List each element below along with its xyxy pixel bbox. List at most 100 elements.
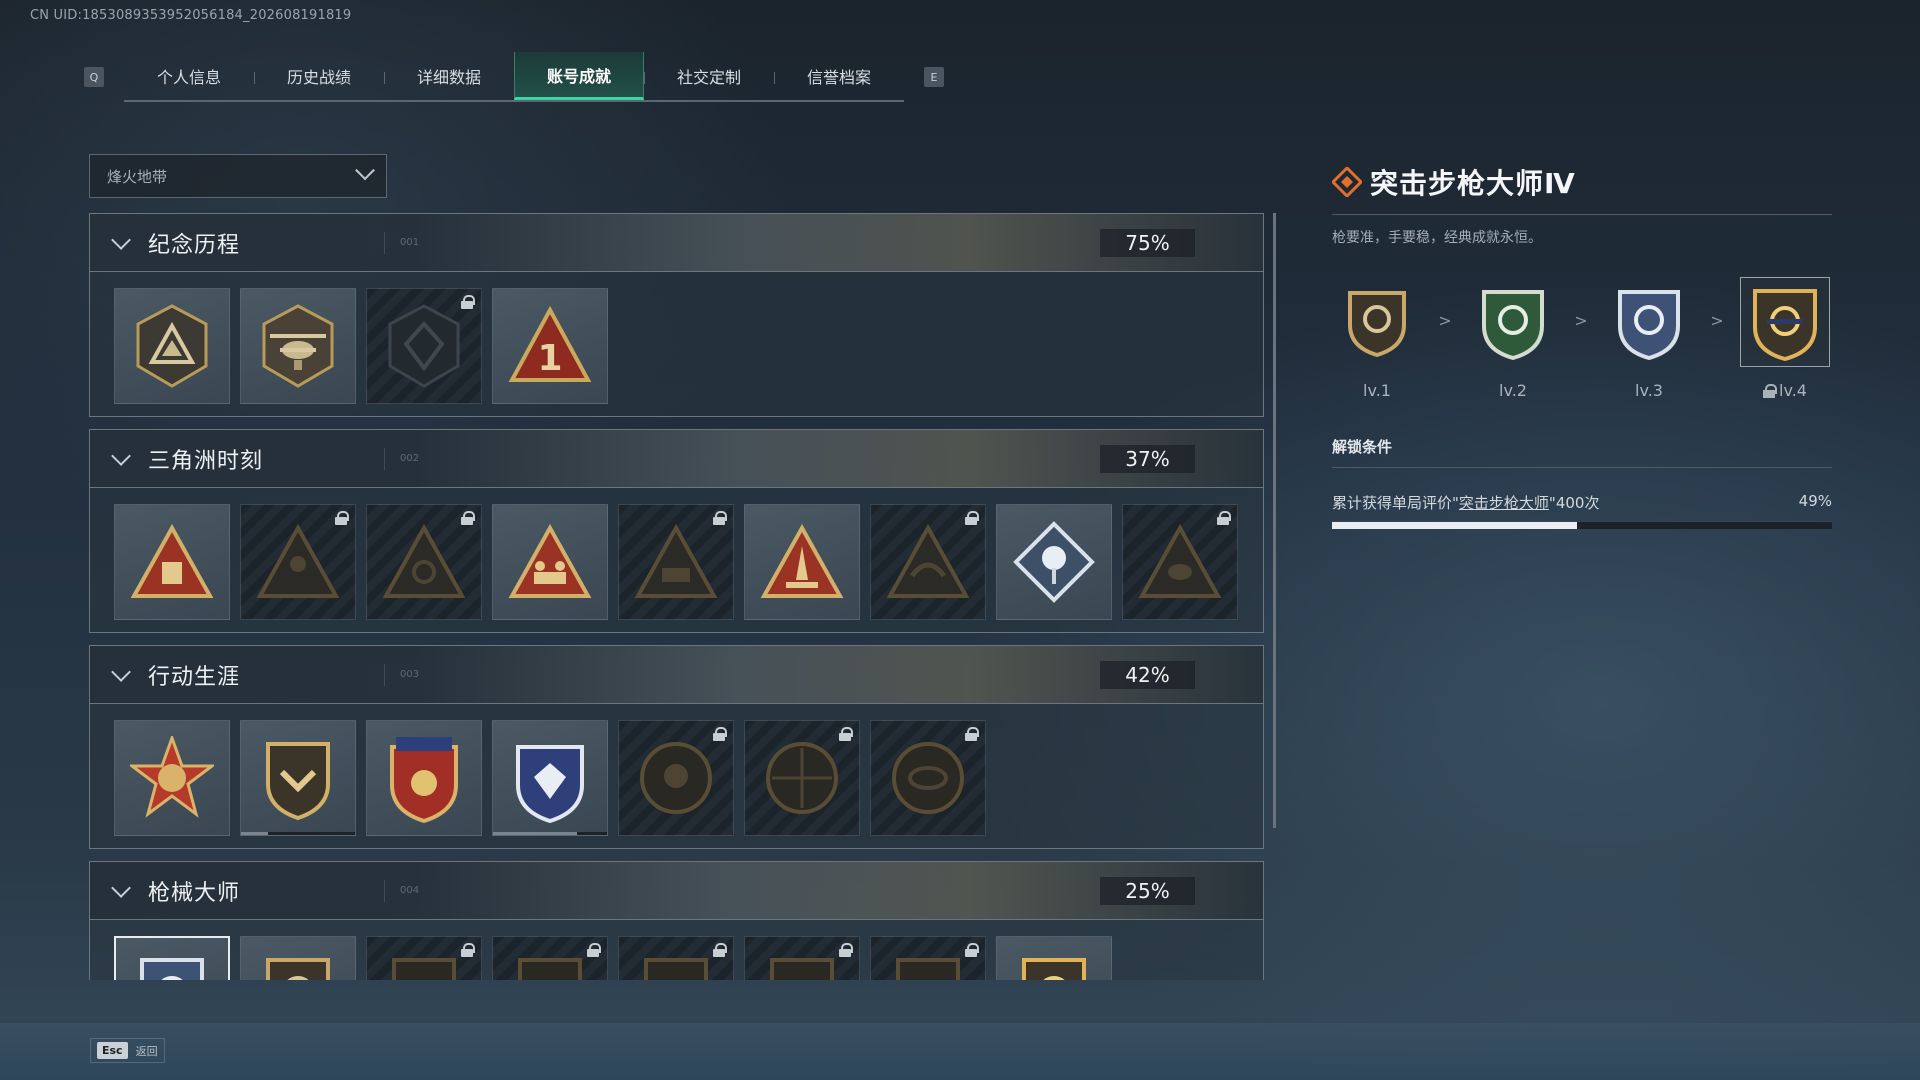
- tab-achievements[interactable]: 账号成就: [514, 52, 644, 100]
- section-title: 枪械大师: [148, 880, 241, 906]
- collapse-chevron-icon[interactable]: [111, 877, 131, 898]
- achievement-badge-locked[interactable]: [744, 936, 860, 980]
- lock-icon: [1763, 383, 1778, 398]
- section-delta-moments: 三角洲时刻 002 37%: [89, 429, 1264, 633]
- tab-social[interactable]: 社交定制: [644, 52, 774, 100]
- divider: [384, 664, 385, 686]
- level-label-locked: lv.4: [1763, 381, 1807, 400]
- section-number: 002: [400, 453, 420, 464]
- level-track: lv.1 > lv.2 > lv.3 > lv.4: [1332, 277, 1832, 400]
- green-level-badge-icon: [1482, 290, 1544, 360]
- list-scrollbar[interactable]: [1273, 213, 1276, 828]
- section-title: 行动生涯: [148, 664, 241, 690]
- lock-icon: [461, 511, 475, 525]
- progress-fill: [1332, 522, 1577, 529]
- achievement-badge[interactable]: [240, 720, 356, 836]
- gold-level-badge-icon: [1753, 289, 1817, 361]
- level-label: lv.2: [1499, 381, 1527, 400]
- collapse-chevron-icon[interactable]: [111, 661, 131, 682]
- divider: [384, 448, 385, 470]
- achievement-badge-locked[interactable]: [366, 504, 482, 620]
- achievement-badge-selected[interactable]: [114, 936, 230, 980]
- level-arrow: >: [1710, 311, 1724, 330]
- achievement-badge-locked[interactable]: [870, 504, 986, 620]
- triangle-soldier-badge-icon: [256, 524, 340, 598]
- achievement-title: 突击步枪大师Ⅳ: [1370, 167, 1576, 200]
- condition-link[interactable]: 突击步枪大师: [1459, 494, 1549, 512]
- locked-rifle-badge-icon: [392, 958, 456, 980]
- divider: [384, 880, 385, 902]
- achievement-badge-locked[interactable]: [492, 936, 608, 980]
- tab-personal-info[interactable]: 个人信息: [124, 52, 254, 100]
- gold-rifle-badge-icon: [1022, 958, 1086, 980]
- section-title: 纪念历程: [148, 232, 241, 258]
- achievement-badge[interactable]: 1: [492, 288, 608, 404]
- achievement-badge[interactable]: [240, 936, 356, 980]
- achievement-badge-locked[interactable]: [366, 288, 482, 404]
- section-header[interactable]: 枪械大师 004 25%: [90, 862, 1263, 920]
- section-number: 003: [400, 669, 420, 680]
- achievement-badge[interactable]: [492, 720, 608, 836]
- collapse-chevron-icon[interactable]: [111, 445, 131, 466]
- lock-icon: [587, 943, 601, 957]
- achievement-badge-locked[interactable]: [1122, 504, 1238, 620]
- lock-icon: [965, 943, 979, 957]
- prev-tab-key[interactable]: Q: [84, 67, 104, 87]
- achievement-badge[interactable]: [114, 720, 230, 836]
- level-4[interactable]: lv.4: [1740, 277, 1830, 400]
- level-3[interactable]: lv.3: [1604, 277, 1694, 400]
- achievement-badge[interactable]: [366, 720, 482, 836]
- achievement-badge-locked[interactable]: [870, 936, 986, 980]
- section-percent: 75%: [1100, 228, 1195, 257]
- achievement-badge[interactable]: [744, 504, 860, 620]
- top-tab-bar: Q 个人信息 历史战绩 详细数据 账号成就 社交定制 信誉档案 E: [84, 52, 944, 102]
- achievement-badge[interactable]: [996, 504, 1112, 620]
- lock-icon: [713, 943, 727, 957]
- level-arrow: >: [1438, 311, 1452, 330]
- divider: [1332, 467, 1832, 468]
- tab-reputation[interactable]: 信誉档案: [774, 52, 904, 100]
- achievement-badge-locked[interactable]: [240, 504, 356, 620]
- achievement-badge-locked[interactable]: [744, 720, 860, 836]
- achievement-badge-locked[interactable]: [366, 936, 482, 980]
- level-label: lv.3: [1635, 381, 1663, 400]
- eye-emblem-badge-icon: [892, 742, 964, 814]
- achievement-list[interactable]: 纪念历程 001 75% 1 三角洲时刻 002 37% 行动生涯 003 42…: [89, 213, 1264, 980]
- collapse-chevron-icon[interactable]: [111, 229, 131, 250]
- lock-icon: [461, 943, 475, 957]
- achievement-badge[interactable]: [996, 936, 1112, 980]
- shield-chevron-badge-icon: [266, 742, 330, 820]
- next-tab-key[interactable]: E: [924, 67, 944, 87]
- section-header[interactable]: 行动生涯 003 42%: [90, 646, 1263, 704]
- achievement-badge-locked[interactable]: [618, 936, 734, 980]
- achievement-badge[interactable]: [114, 288, 230, 404]
- locked-rifle-badge-icon: [770, 958, 834, 980]
- back-button[interactable]: Esc 返回: [90, 1038, 165, 1063]
- tab-detailed-data[interactable]: 详细数据: [384, 52, 514, 100]
- level-1[interactable]: lv.1: [1332, 277, 1422, 400]
- round-emblem-badge-icon: [640, 742, 712, 814]
- mode-dropdown-value: 烽火地带: [107, 167, 168, 186]
- achievement-badge[interactable]: [240, 288, 356, 404]
- section-header[interactable]: 纪念历程 001 75%: [90, 214, 1263, 272]
- diamond-title-icon: [1332, 167, 1362, 197]
- mode-dropdown[interactable]: 烽火地带: [89, 154, 387, 198]
- achievement-badge[interactable]: [492, 504, 608, 620]
- achievement-badge-locked[interactable]: [618, 720, 734, 836]
- triangle-shield-badge-icon: [136, 304, 208, 388]
- tab-history[interactable]: 历史战绩: [254, 52, 384, 100]
- achievement-description: 枪要准，手要稳，经典成就永恒。: [1332, 230, 1542, 246]
- condition-progress-bar: [1332, 521, 1832, 529]
- lock-icon: [335, 511, 349, 525]
- achievement-badge-locked[interactable]: [618, 504, 734, 620]
- rose-diamond-badge-icon: [1013, 521, 1095, 603]
- achievement-badge-locked[interactable]: [870, 720, 986, 836]
- condition-text: 累计获得单局评价"突击步枪大师"400次: [1332, 492, 1599, 513]
- achievement-badge[interactable]: [114, 504, 230, 620]
- achievement-detail-panel: 突击步枪大师Ⅳ 枪要准，手要稳，经典成就永恒。 lv.1 > lv.2 > lv…: [1332, 160, 1832, 529]
- back-label: 返回: [135, 1044, 158, 1058]
- level-2[interactable]: lv.2: [1468, 277, 1558, 400]
- level-label: lv.1: [1363, 381, 1391, 400]
- section-header[interactable]: 三角洲时刻 002 37%: [90, 430, 1263, 488]
- section-memorial: 纪念历程 001 75% 1: [89, 213, 1264, 417]
